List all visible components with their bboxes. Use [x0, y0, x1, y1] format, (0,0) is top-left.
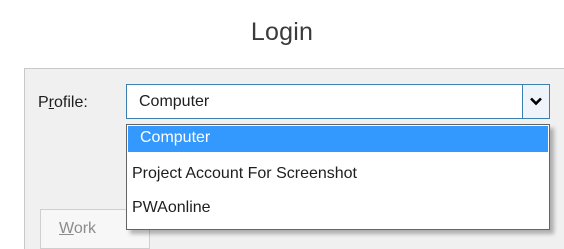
profile-option-label: Computer — [140, 129, 211, 146]
tab-work-label: Work — [59, 220, 96, 238]
profile-option-label: Project Account For Screenshot — [132, 165, 357, 182]
profile-select-value: Computer — [139, 93, 210, 110]
profile-dropdown-button[interactable] — [522, 85, 549, 118]
profile-option-computer[interactable]: Computer — [128, 126, 548, 152]
tab-work-accelerator: W — [59, 220, 74, 237]
profile-option-label: PWAonline — [132, 199, 211, 216]
tab-work-label-rest: ork — [73, 220, 97, 237]
profile-label: Profile: — [38, 94, 88, 112]
profile-dropdown-list: Computer Project Account For Screenshot … — [126, 124, 550, 230]
window-title: Login — [250, 18, 314, 46]
profile-select[interactable]: Computer — [126, 84, 550, 119]
profile-option-project-account[interactable]: Project Account For Screenshot — [128, 162, 548, 188]
profile-label-suffix: ofile: — [54, 94, 88, 111]
chevron-down-icon — [530, 97, 542, 106]
profile-label-prefix: P — [38, 94, 49, 111]
profile-option-pwaonline[interactable]: PWAonline — [128, 196, 548, 222]
